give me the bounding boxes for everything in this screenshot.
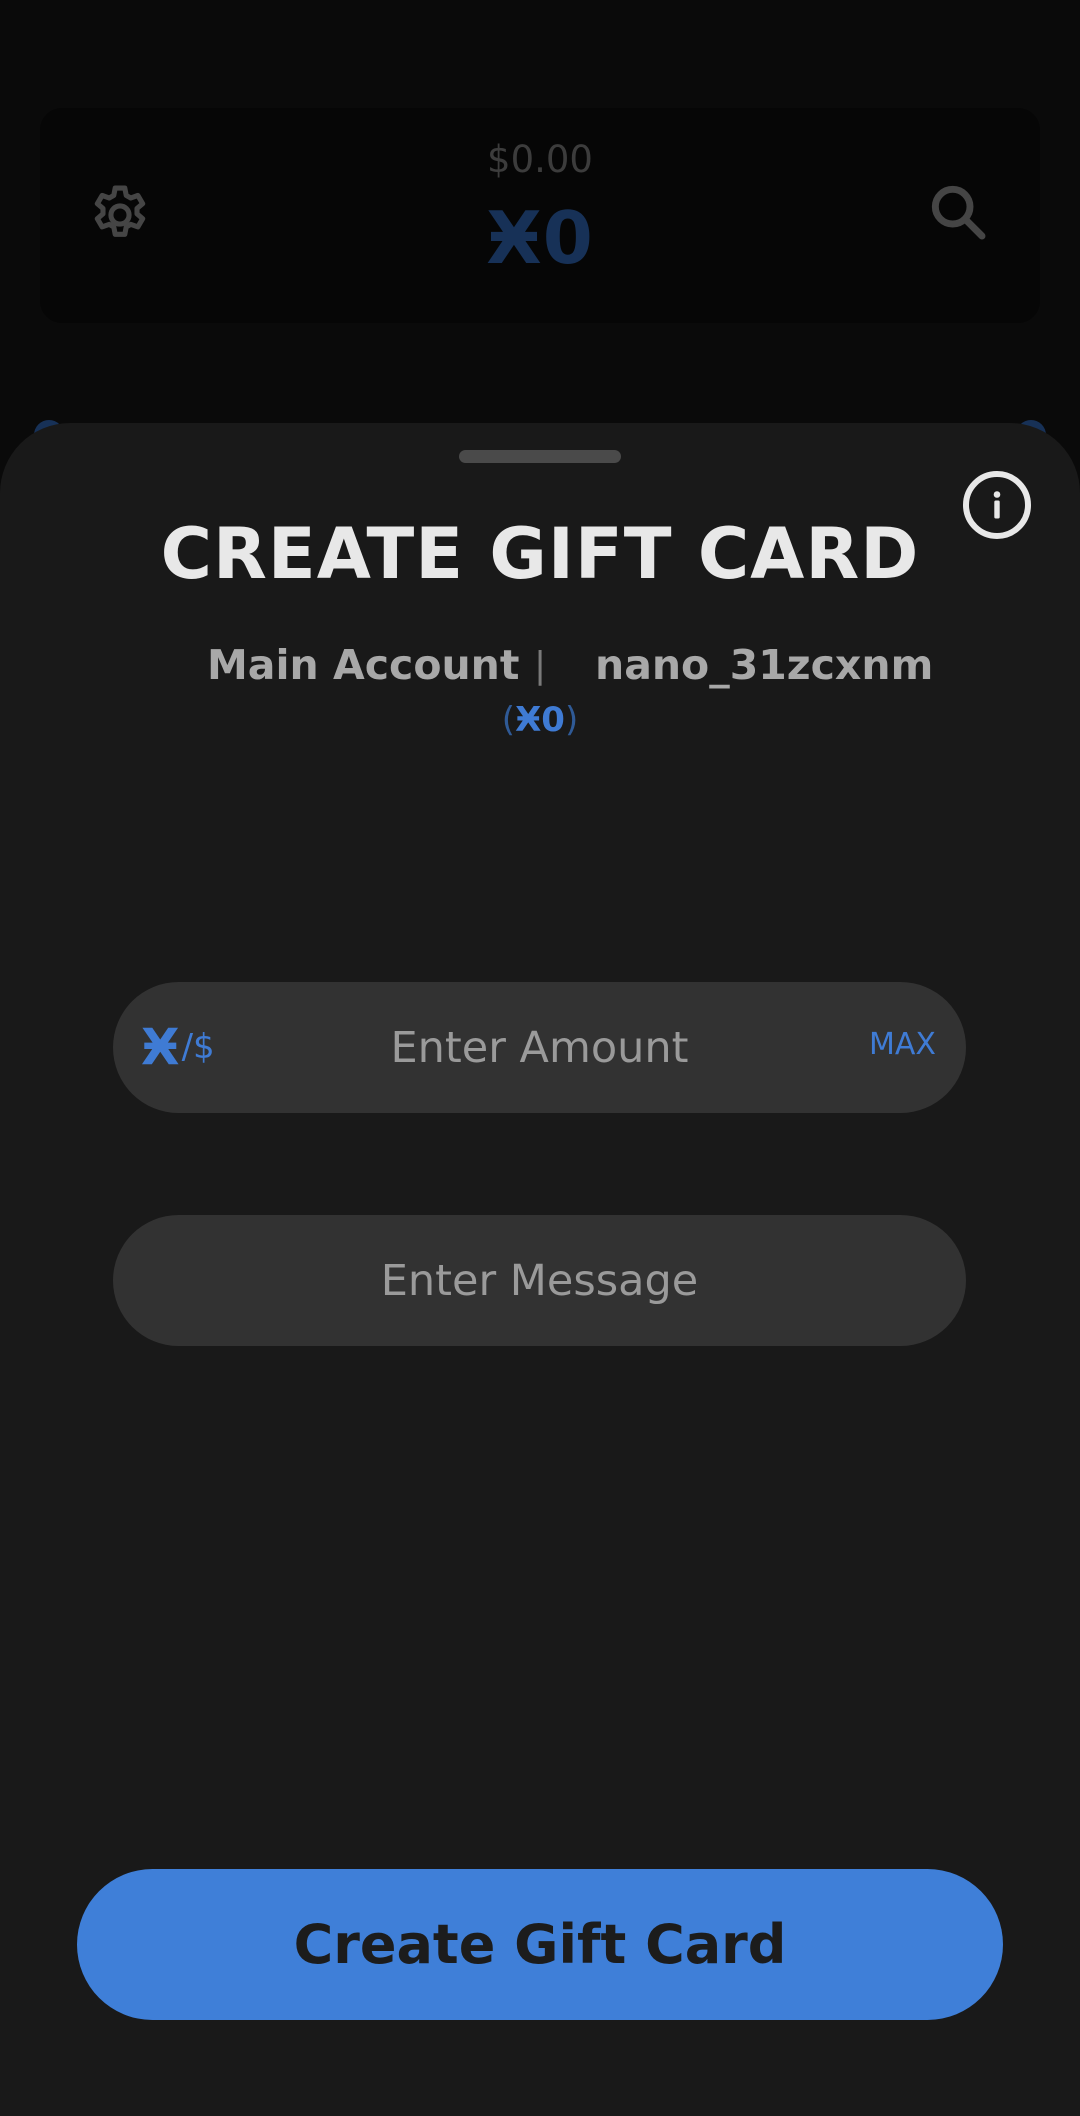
fiat-currency-symbol: /$ <box>181 1027 215 1067</box>
sheet-title: CREATE GIFT CARD <box>160 513 920 595</box>
nano-currency-symbol: Ӿ <box>141 1018 180 1076</box>
currency-toggle-button[interactable]: Ӿ /$ <box>141 1015 215 1079</box>
account-name: Main Account <box>207 641 520 689</box>
account-info: Main Account | nano_31zcxnm <box>0 641 1080 697</box>
message-input[interactable] <box>113 1215 966 1346</box>
screen: $0.00 Ӿ0 CREATE GIFT CARD Main Account |… <box>0 0 1080 2116</box>
account-balance-value: Ӿ0 <box>515 700 565 740</box>
account-balance: (Ӿ0) <box>0 700 1080 740</box>
search-icon <box>931 185 986 240</box>
message-field-container <box>113 1215 966 1346</box>
create-gift-card-sheet: CREATE GIFT CARD Main Account | nano_31z… <box>0 423 1080 2116</box>
balance-paren-open: ( <box>501 700 516 740</box>
amount-input[interactable] <box>113 982 966 1113</box>
max-button[interactable]: MAX <box>869 1027 936 1062</box>
balance-paren-close: ) <box>564 700 579 740</box>
account-separator: | <box>534 645 547 686</box>
create-gift-card-button[interactable]: Create Gift Card <box>77 1869 1003 2020</box>
account-address: nano_31zcxnm <box>595 641 934 689</box>
search-button[interactable] <box>918 172 998 252</box>
sheet-drag-handle[interactable] <box>459 450 621 463</box>
amount-field-container: Ӿ /$ MAX <box>113 982 966 1113</box>
